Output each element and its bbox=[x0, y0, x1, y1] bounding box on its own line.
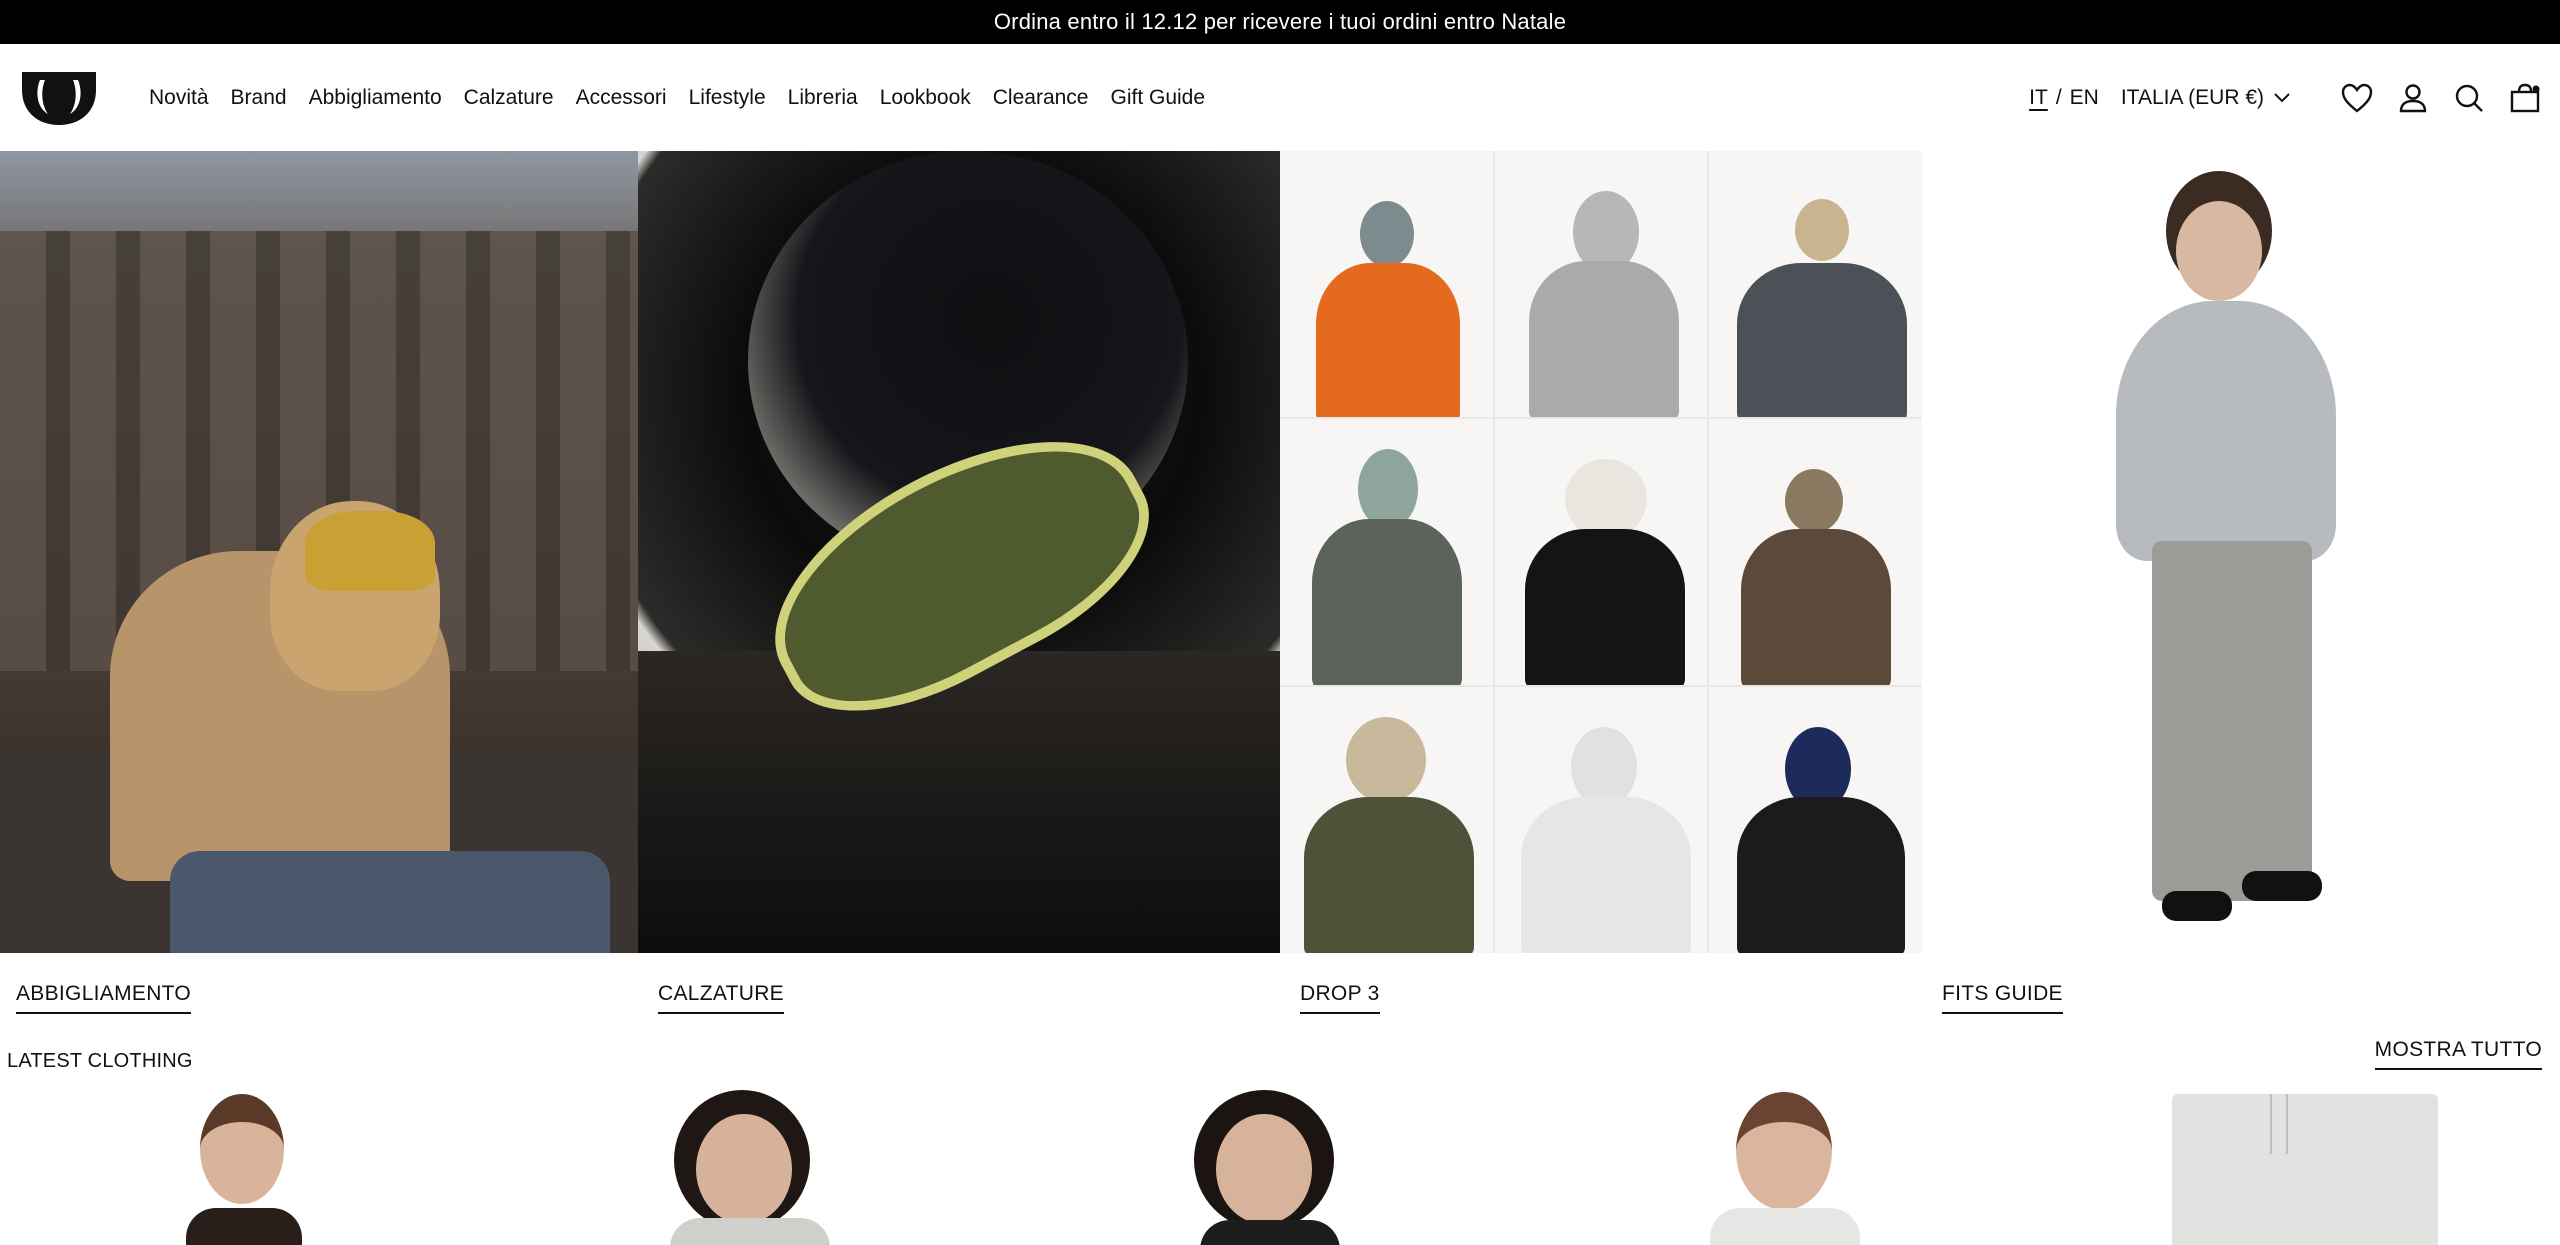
lang-it-link[interactable]: IT bbox=[2029, 86, 2048, 110]
product-card[interactable] bbox=[2170, 1090, 2440, 1245]
look-5 bbox=[1494, 419, 1708, 685]
lang-separator: / bbox=[2055, 85, 2062, 109]
nav-item-libreria[interactable]: Libreria bbox=[788, 86, 858, 110]
lang-en-link[interactable]: EN bbox=[2070, 86, 2099, 110]
model-face bbox=[2176, 201, 2262, 301]
announcement-bar: Ordina entro il 12.12 per ricevere i tuo… bbox=[0, 0, 2560, 44]
fits-guide-hero-image[interactable] bbox=[1922, 151, 2560, 953]
look-2 bbox=[1494, 151, 1708, 417]
product-model-top bbox=[186, 1208, 302, 1245]
announcement-text: Ordina entro il 12.12 per ricevere i tuo… bbox=[993, 9, 1567, 34]
product-model-top bbox=[1710, 1208, 1860, 1245]
nav-item-abbigliamento[interactable]: Abbigliamento bbox=[309, 86, 442, 110]
nav-item-lookbook[interactable]: Lookbook bbox=[880, 86, 971, 110]
product-model-top bbox=[1200, 1220, 1340, 1245]
hero-grid bbox=[0, 151, 2560, 953]
look-9 bbox=[1709, 687, 1922, 953]
show-all-link[interactable]: MOSTRA TUTTO bbox=[2374, 1038, 2542, 1070]
model-trousers bbox=[2152, 541, 2312, 901]
person-beanie bbox=[305, 511, 435, 591]
product-card[interactable] bbox=[1640, 1090, 1940, 1245]
header-actions: IT / EN ITALIA (EUR €) bbox=[2029, 44, 2542, 151]
bag-icon[interactable] bbox=[2508, 81, 2542, 115]
category-link-calzature[interactable]: CALZATURE bbox=[658, 982, 784, 1014]
heart-icon[interactable] bbox=[2340, 81, 2374, 115]
product-card[interactable] bbox=[1130, 1090, 1430, 1245]
drop-3-lookbook-grid bbox=[1280, 151, 1922, 953]
nav-item-novita[interactable]: Novità bbox=[149, 86, 209, 110]
product-sweatpants bbox=[2172, 1094, 2438, 1245]
latest-clothing-title: LATEST CLOTHING bbox=[7, 1050, 193, 1072]
category-link-abbigliamento[interactable]: ABBIGLIAMENTO bbox=[16, 982, 192, 1014]
user-icon[interactable] bbox=[2396, 81, 2430, 115]
nav-item-calzature[interactable]: Calzature bbox=[464, 86, 554, 110]
region-selector[interactable]: ITALIA (EUR €) bbox=[2121, 86, 2290, 110]
look-3 bbox=[1709, 151, 1922, 417]
look-6 bbox=[1709, 419, 1922, 685]
category-link-drop-3[interactable]: DROP 3 bbox=[1300, 982, 1380, 1014]
chevron-down-icon bbox=[2274, 92, 2290, 102]
brand-logo-icon[interactable] bbox=[18, 70, 100, 126]
model-puffer-jacket bbox=[2116, 301, 2336, 561]
nav-item-accessori[interactable]: Accessori bbox=[576, 86, 667, 110]
language-switcher: IT / EN bbox=[2029, 86, 2099, 110]
model-shoe-right bbox=[2242, 871, 2322, 901]
person-jeans bbox=[170, 851, 610, 953]
look-1 bbox=[1280, 151, 1493, 417]
product-model-head bbox=[696, 1114, 792, 1224]
nav-item-brand[interactable]: Brand bbox=[231, 86, 287, 110]
product-model-head bbox=[1736, 1092, 1832, 1210]
nav-item-lifestyle[interactable]: Lifestyle bbox=[689, 86, 766, 110]
product-card[interactable] bbox=[100, 1090, 400, 1245]
drop-3-hero-grid[interactable] bbox=[1280, 151, 1922, 953]
category-link-fits-guide[interactable]: FITS GUIDE bbox=[1942, 982, 2063, 1014]
look-4 bbox=[1280, 419, 1493, 685]
nav-item-gift-guide[interactable]: Gift Guide bbox=[1111, 86, 1206, 110]
look-8 bbox=[1494, 687, 1708, 953]
product-drawstring bbox=[2270, 1094, 2272, 1154]
product-model-head bbox=[1216, 1114, 1312, 1224]
calzature-hero-image[interactable] bbox=[638, 151, 1280, 953]
product-model-top bbox=[670, 1218, 830, 1245]
product-drawstring bbox=[2286, 1094, 2288, 1154]
region-label: ITALIA (EUR €) bbox=[2120, 85, 2264, 109]
model-shoe-left bbox=[2162, 891, 2232, 921]
floor-shadow bbox=[638, 651, 1280, 953]
look-7 bbox=[1280, 687, 1493, 953]
nav-item-clearance[interactable]: Clearance bbox=[993, 86, 1089, 110]
main-nav: Novità Brand Abbigliamento Calzature Acc… bbox=[149, 44, 1227, 151]
product-card[interactable] bbox=[600, 1090, 900, 1245]
site-header: Novità Brand Abbigliamento Calzature Acc… bbox=[0, 44, 2560, 151]
abbigliamento-hero-image[interactable] bbox=[0, 151, 638, 953]
product-model-head bbox=[200, 1094, 284, 1204]
search-icon[interactable] bbox=[2452, 81, 2486, 115]
